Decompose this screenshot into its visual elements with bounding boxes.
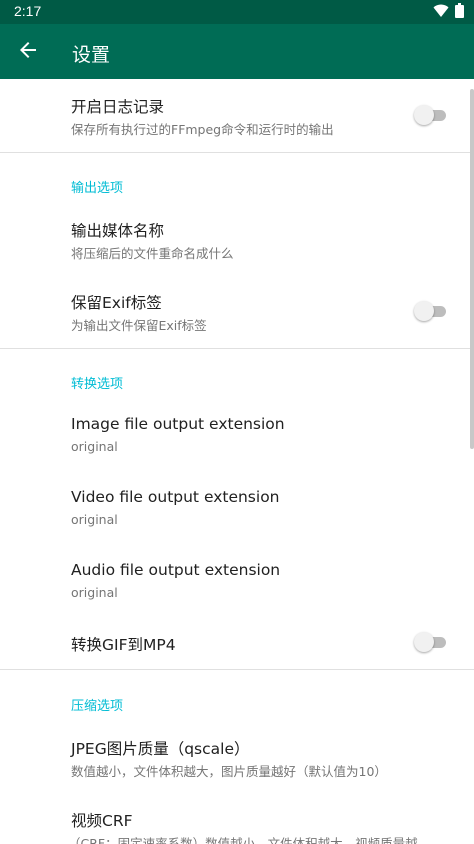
arrow-left-icon: [18, 40, 38, 64]
pref-title: Audio file output extension: [71, 561, 281, 579]
category-compression: 压缩选项: [71, 699, 124, 714]
pref-title: 开启日志记录: [71, 98, 165, 116]
enable-log-switch[interactable]: [414, 105, 446, 125]
pref-title: JPEG图片质量（qscale）: [71, 740, 250, 758]
scrollbar[interactable]: [470, 89, 474, 449]
pref-jpeg-quality[interactable]: JPEG图片质量（qscale） 数值越小，文件体积越大，图片质量越好（默认值为…: [0, 721, 474, 791]
page-title: 设置: [72, 44, 111, 66]
pref-keep-exif[interactable]: 保留Exif标签 为输出文件保留Exif标签: [0, 275, 474, 345]
pref-output-media-name[interactable]: 输出媒体名称 将压缩后的文件重命名成什么: [0, 203, 474, 269]
pref-summary: original: [71, 512, 118, 527]
back-button[interactable]: [10, 34, 46, 70]
divider: [0, 669, 474, 670]
pref-title: Image file output extension: [71, 415, 285, 433]
wifi-icon: [433, 3, 449, 22]
settings-list[interactable]: 开启日志记录 保存所有执行过的FFmpeg命令和运行时的输出 输出选项 输出媒体…: [0, 79, 474, 844]
category-conversion: 转换选项: [71, 377, 124, 392]
pref-image-extension[interactable]: Image file output extension original: [0, 399, 474, 469]
pref-summary: 保存所有执行过的FFmpeg命令和运行时的输出: [71, 122, 334, 137]
app-bar: 设置: [0, 24, 474, 79]
pref-title: 转换GIF到MP4: [71, 636, 176, 654]
battery-icon: [455, 2, 464, 22]
pref-summary: original: [71, 585, 118, 600]
pref-audio-extension[interactable]: Audio file output extension original: [0, 545, 474, 615]
pref-video-extension[interactable]: Video file output extension original: [0, 472, 474, 542]
pref-summary: original: [71, 439, 118, 454]
pref-video-crf[interactable]: 视频CRF （CRF：固定速率系数）数值越小，文件体积越大，视频质量越: [0, 793, 474, 844]
status-icons: [433, 2, 464, 22]
status-time: 2:17: [14, 3, 42, 19]
pref-summary: （CRF：固定速率系数）数值越小，文件体积越大，视频质量越: [68, 836, 418, 844]
divider: [0, 152, 474, 153]
pref-summary: 数值越小，文件体积越大，图片质量越好（默认值为10）: [71, 764, 387, 779]
gif-to-mp4-switch[interactable]: [414, 632, 446, 652]
pref-summary: 将压缩后的文件重命名成什么: [71, 246, 234, 261]
pref-title: 视频CRF: [71, 812, 133, 830]
pref-title: 输出媒体名称: [71, 222, 165, 240]
pref-enable-log[interactable]: 开启日志记录 保存所有执行过的FFmpeg命令和运行时的输出: [0, 79, 474, 151]
category-output: 输出选项: [71, 181, 124, 196]
status-bar: 2:17: [0, 0, 474, 24]
pref-title: 保留Exif标签: [71, 294, 162, 312]
pref-gif-to-mp4[interactable]: 转换GIF到MP4: [0, 617, 474, 667]
pref-title: Video file output extension: [71, 488, 280, 506]
divider: [0, 348, 474, 349]
pref-summary: 为输出文件保留Exif标签: [71, 318, 207, 333]
keep-exif-switch[interactable]: [414, 301, 446, 321]
